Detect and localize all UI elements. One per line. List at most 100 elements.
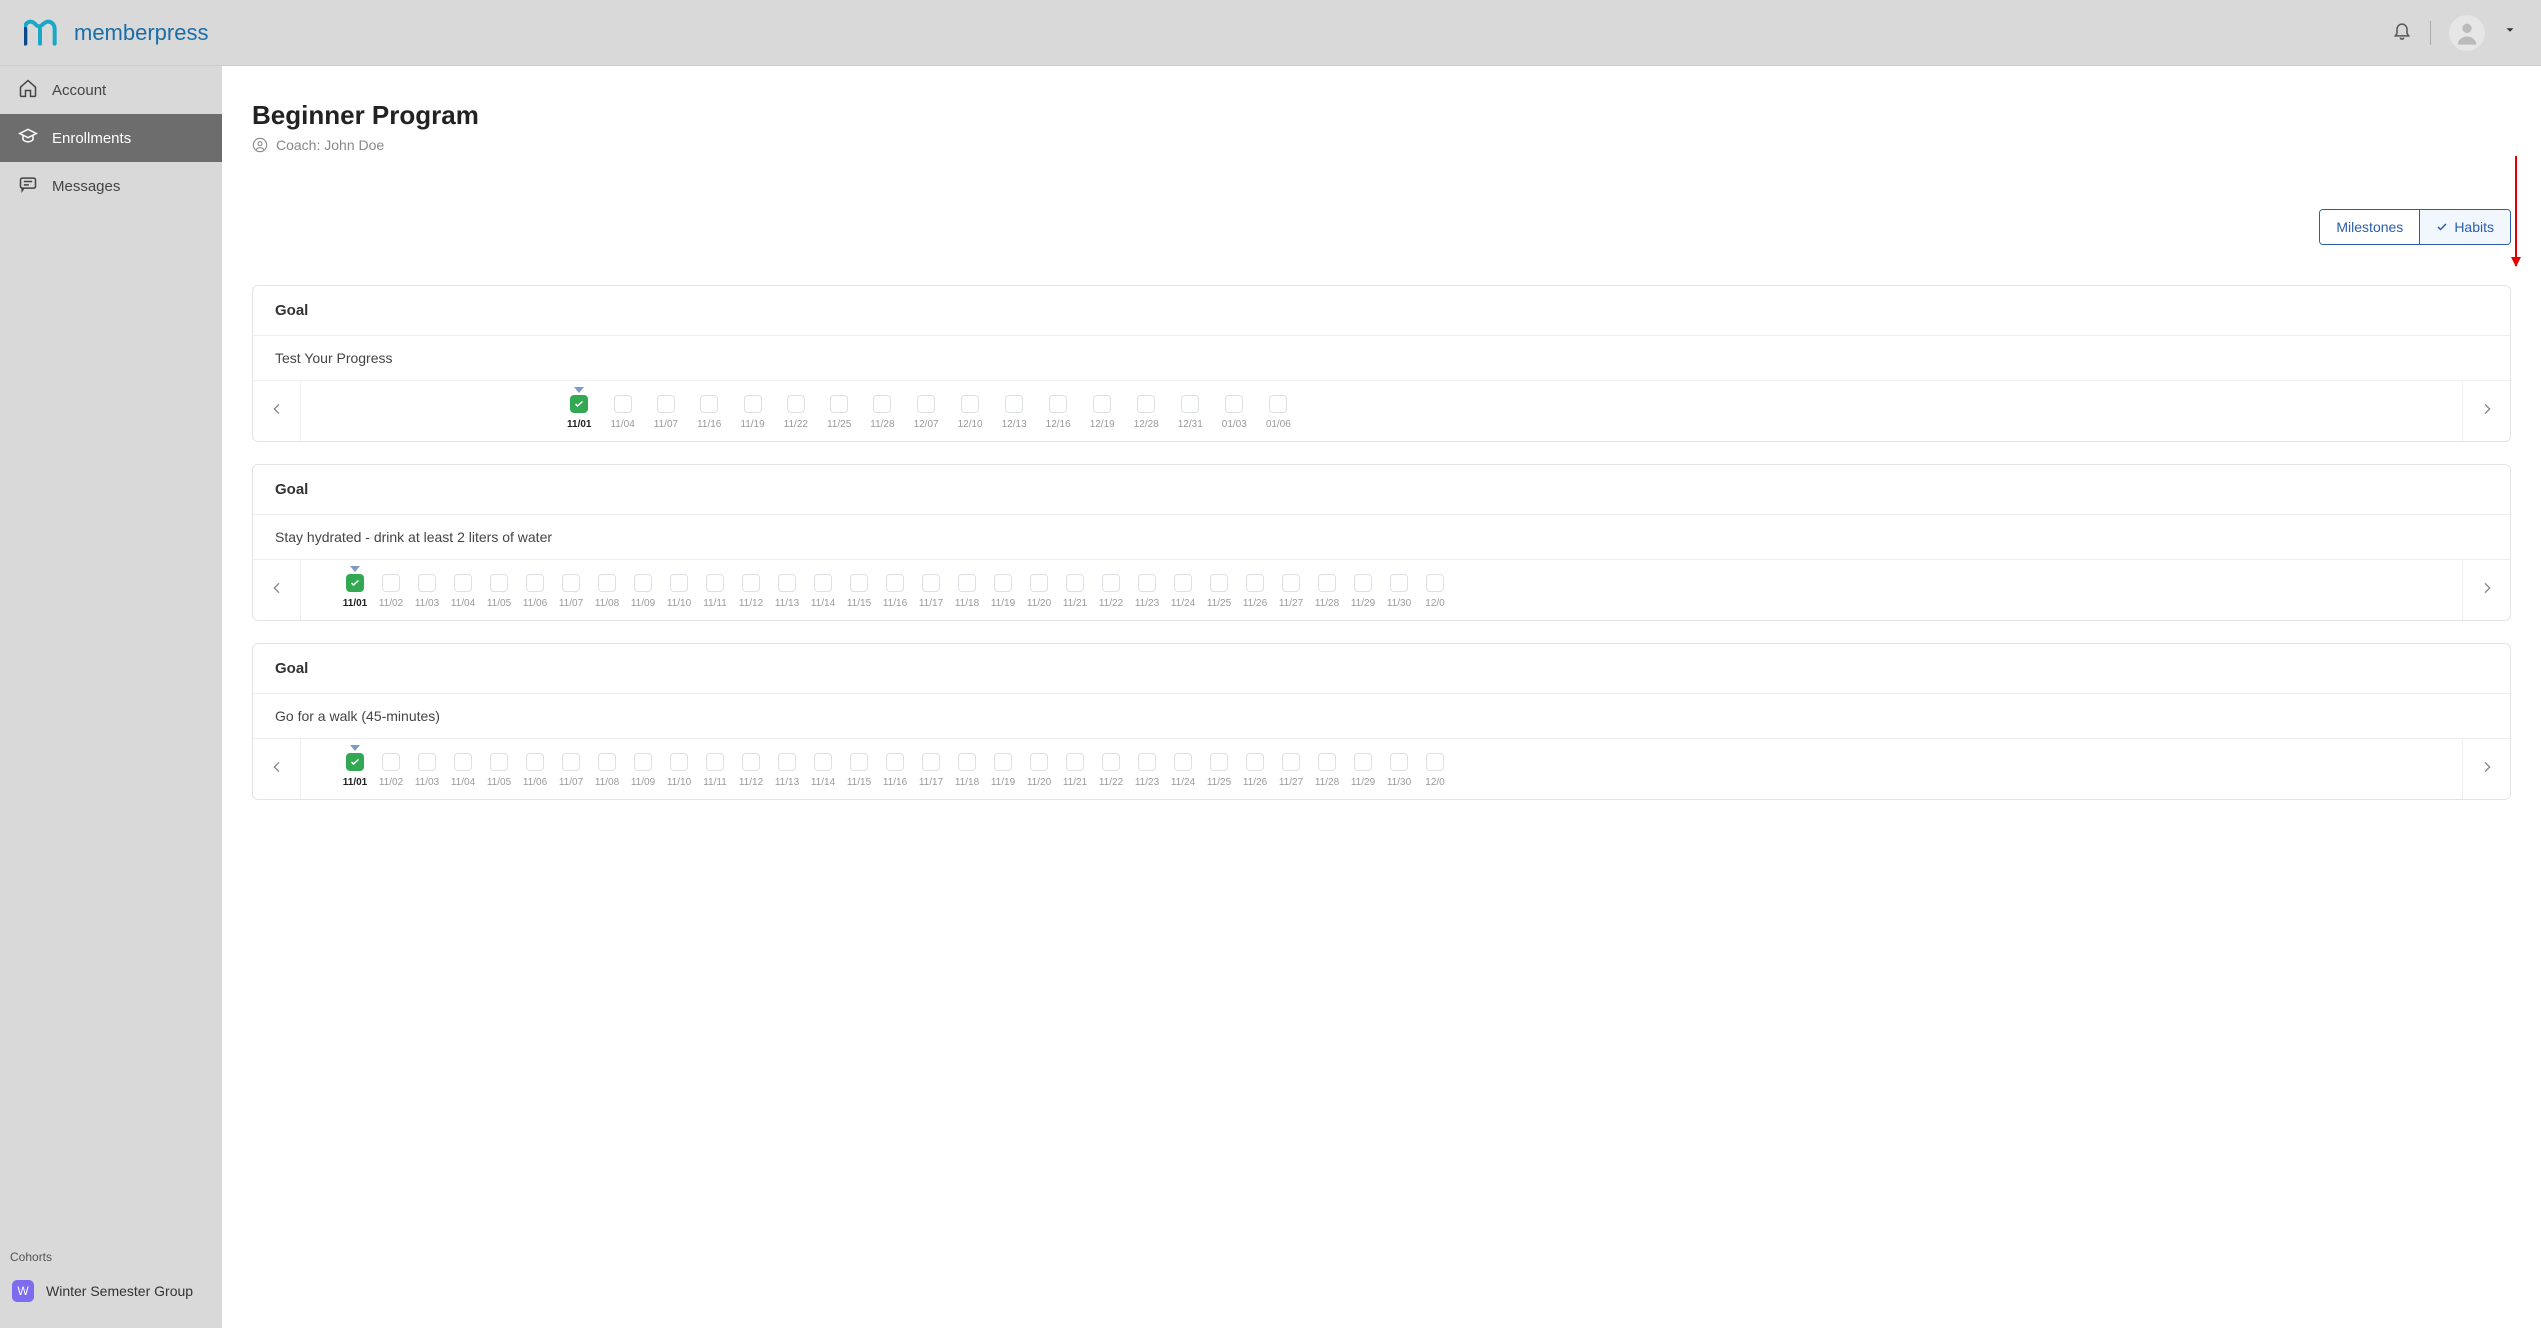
habit-box[interactable] [850, 753, 868, 771]
habit-box[interactable] [1246, 753, 1264, 771]
habit-box[interactable] [814, 574, 832, 592]
track-cell[interactable]: 11/15 [841, 574, 877, 609]
track-cell[interactable]: 11/23 [1129, 753, 1165, 788]
track-cell[interactable]: 11/07 [553, 753, 589, 788]
track-cell[interactable]: 11/12 [733, 574, 769, 609]
user-menu-caret[interactable] [2503, 23, 2517, 42]
habit-box[interactable] [706, 574, 724, 592]
track-cell[interactable]: 11/25 [1201, 574, 1237, 609]
track-cell[interactable]: 11/11 [697, 574, 733, 609]
track-cell[interactable]: 11/25 [1201, 753, 1237, 788]
track-cell[interactable]: 11/22 [1093, 753, 1129, 788]
track-cell[interactable]: 11/20 [1021, 753, 1057, 788]
track-cell[interactable]: 11/06 [517, 574, 553, 609]
track-cell[interactable]: 11/03 [409, 574, 445, 609]
track-cell[interactable]: 11/04 [445, 753, 481, 788]
cohort-item[interactable]: WWinter Semester Group [10, 1274, 212, 1308]
habit-box[interactable] [1426, 574, 1444, 592]
habit-box[interactable] [1093, 395, 1111, 413]
track-cell[interactable]: 11/27 [1273, 574, 1309, 609]
habit-box[interactable] [742, 753, 760, 771]
track-cell[interactable]: 12/13 [1002, 395, 1027, 430]
track-cell[interactable]: 11/14 [805, 753, 841, 788]
track-cell[interactable]: 11/13 [769, 753, 805, 788]
habit-box[interactable] [1354, 574, 1372, 592]
track-cell[interactable]: 11/22 [1093, 574, 1129, 609]
avatar[interactable] [2449, 15, 2485, 51]
habit-box[interactable] [418, 574, 436, 592]
track-cell[interactable]: 11/10 [661, 753, 697, 788]
track-cell[interactable]: 12/28 [1134, 395, 1159, 430]
track-cell[interactable]: 11/21 [1057, 574, 1093, 609]
habit-box[interactable] [1282, 753, 1300, 771]
tracker-prev[interactable] [253, 739, 301, 799]
track-cell[interactable]: 11/28 [1309, 753, 1345, 788]
habit-box[interactable] [1102, 574, 1120, 592]
track-cell[interactable]: 11/27 [1273, 753, 1309, 788]
habit-box[interactable] [1282, 574, 1300, 592]
track-cell[interactable]: 12/10 [958, 395, 983, 430]
habit-box[interactable] [787, 395, 805, 413]
track-cell[interactable]: 11/01 [337, 574, 373, 609]
habit-box[interactable] [1030, 574, 1048, 592]
track-cell[interactable]: 11/22 [784, 395, 808, 430]
tracker-next[interactable] [2462, 381, 2510, 441]
track-cell[interactable]: 11/20 [1021, 574, 1057, 609]
track-cell[interactable]: 11/21 [1057, 753, 1093, 788]
track-cell[interactable]: 11/09 [625, 574, 661, 609]
track-cell[interactable]: 11/26 [1237, 574, 1273, 609]
track-cell[interactable]: 11/16 [877, 574, 913, 609]
brand-logo[interactable]: memberpress [24, 18, 208, 48]
habit-box[interactable] [1269, 395, 1287, 413]
habit-box[interactable] [742, 574, 760, 592]
habit-box[interactable] [1426, 753, 1444, 771]
tracker-prev[interactable] [253, 381, 301, 441]
track-cell[interactable]: 12/19 [1090, 395, 1115, 430]
habit-box[interactable] [454, 753, 472, 771]
track-cell[interactable]: 11/17 [913, 574, 949, 609]
habit-box[interactable] [562, 753, 580, 771]
track-cell[interactable]: 12/16 [1046, 395, 1071, 430]
track-cell[interactable]: 11/29 [1345, 753, 1381, 788]
habit-box[interactable] [1049, 395, 1067, 413]
habit-box[interactable] [1174, 574, 1192, 592]
habit-box[interactable] [1137, 395, 1155, 413]
track-cell[interactable]: 11/01 [567, 395, 591, 430]
habit-box[interactable] [382, 574, 400, 592]
habit-box[interactable] [1390, 753, 1408, 771]
track-cell[interactable]: 11/02 [373, 574, 409, 609]
track-cell[interactable]: 12/0 [1417, 574, 1453, 609]
habit-box[interactable] [778, 574, 796, 592]
track-cell[interactable]: 11/06 [517, 753, 553, 788]
habit-box[interactable] [382, 753, 400, 771]
sidebar-item-messages[interactable]: Messages [0, 162, 222, 210]
track-cell[interactable]: 11/23 [1129, 574, 1165, 609]
habit-box[interactable] [830, 395, 848, 413]
track-cell[interactable]: 11/13 [769, 574, 805, 609]
habit-box[interactable] [634, 574, 652, 592]
track-cell[interactable]: 01/06 [1266, 395, 1291, 430]
habit-box[interactable] [917, 395, 935, 413]
track-cell[interactable]: 11/02 [373, 753, 409, 788]
habit-box[interactable] [614, 395, 632, 413]
track-cell[interactable]: 11/08 [589, 574, 625, 609]
habit-box[interactable] [1102, 753, 1120, 771]
track-cell[interactable]: 11/24 [1165, 574, 1201, 609]
track-cell[interactable]: 11/30 [1381, 753, 1417, 788]
track-cell[interactable]: 11/25 [827, 395, 851, 430]
habit-box[interactable] [526, 753, 544, 771]
sidebar-item-enrollments[interactable]: Enrollments [0, 114, 222, 162]
track-cell[interactable]: 11/18 [949, 753, 985, 788]
habit-box[interactable] [778, 753, 796, 771]
track-cell[interactable]: 11/29 [1345, 574, 1381, 609]
habit-box[interactable] [670, 574, 688, 592]
track-cell[interactable]: 11/04 [610, 395, 634, 430]
habit-box[interactable] [814, 753, 832, 771]
tab-habits[interactable]: Habits [2419, 210, 2510, 244]
habit-box[interactable] [1390, 574, 1408, 592]
track-cell[interactable]: 12/0 [1417, 753, 1453, 788]
tracker-next[interactable] [2462, 739, 2510, 799]
habit-box[interactable] [1138, 753, 1156, 771]
habit-box[interactable] [886, 574, 904, 592]
habit-checked-icon[interactable] [570, 395, 588, 413]
